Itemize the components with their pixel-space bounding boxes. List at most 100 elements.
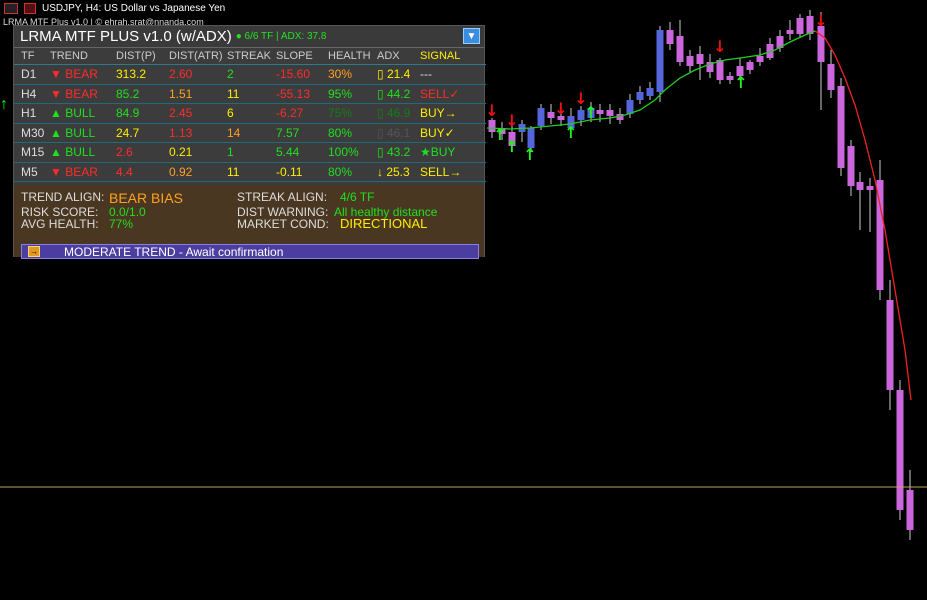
adx-cell: ▯ 43.2 <box>377 145 411 160</box>
adx-cell: ▯ 46.9 <box>377 106 411 121</box>
health-cell: 100% <box>328 145 359 160</box>
dist-p-cell: 2.6 <box>116 145 133 160</box>
candle-body <box>786 30 794 34</box>
dist-p-cell: 313.2 <box>116 67 147 82</box>
candle-body <box>666 30 674 44</box>
sell-arrow-icon: ↓ <box>554 99 567 118</box>
chart-menu-icon[interactable] <box>4 3 18 14</box>
health-cell: 80% <box>328 164 353 179</box>
streak-cell: 14 <box>227 125 241 140</box>
streak-cell: 11 <box>227 86 240 101</box>
signal-cell: SELL✓ <box>420 86 460 101</box>
table-row: D1 ▼ BEAR 313.2 2.60 2 -15.60 30% ▯ 21.4… <box>14 65 486 85</box>
triangle-down-icon: ▼ <box>466 30 477 42</box>
sell-arrow-icon: ↓ <box>505 111 518 130</box>
streak-cell: 1 <box>227 145 234 160</box>
trend-cell: ▲ BULL <box>50 125 96 140</box>
signal-cell: BUY✓ <box>420 125 455 140</box>
adx-cell: ▯ 46.1 <box>377 125 411 140</box>
close-chart-icon[interactable] <box>24 3 36 14</box>
tf-cell: D1 <box>21 67 37 82</box>
slope-cell: -15.60 <box>276 67 311 82</box>
panel-title: LRMA MTF PLUS v1.0 (w/ADX) <box>20 28 232 45</box>
avg-health-value: 77% <box>109 217 134 231</box>
candle-body <box>696 54 704 64</box>
lrma-line-bull <box>486 30 816 130</box>
panel-header[interactable]: LRMA MTF PLUS v1.0 (w/ADX) ● 6/6 TF | AD… <box>14 26 484 48</box>
table-row: H4 ▼ BEAR 85.2 1.51 11 -55.13 95% ▯ 44.2… <box>14 85 486 104</box>
streak-cell: 6 <box>227 106 234 121</box>
sell-arrow-icon: ↓ <box>485 101 498 120</box>
collapse-button[interactable]: ▼ <box>463 28 480 44</box>
trend-align-value: BEAR BIAS <box>109 190 183 206</box>
health-cell: 95% <box>328 86 353 101</box>
streak-cell: 2 <box>227 67 234 82</box>
candle-body <box>876 180 884 290</box>
candle-body <box>746 62 754 70</box>
dist-atr-cell: 2.45 <box>169 106 193 121</box>
trend-cell: ▲ BULL <box>50 106 96 121</box>
candle-body <box>646 88 654 96</box>
candle-body <box>686 56 694 66</box>
dist-atr-cell: 1.13 <box>169 125 193 140</box>
table-row: M30 ▲ BULL 24.7 1.13 14 7.57 80% ▯ 46.1 … <box>14 124 486 143</box>
streak-cell: 11 <box>227 164 240 179</box>
buy-arrow-icon: ↑ <box>505 137 518 156</box>
col-header-health: HEALTH <box>328 50 371 62</box>
candle-body <box>606 110 614 116</box>
candle-body <box>837 86 845 168</box>
trend-cell: ▼ BEAR <box>50 86 98 101</box>
market-cond-value: DIRECTIONAL <box>340 216 428 231</box>
tf-cell: M30 <box>21 125 45 140</box>
slope-cell: -6.27 <box>276 106 304 121</box>
buy-arrow-icon: ↑ <box>564 123 577 142</box>
sell-arrow-icon: ↓ <box>814 11 827 30</box>
chart-title-bar: USDJPY, H4: US Dollar vs Japanese Yen <box>0 0 225 17</box>
candle-body <box>847 146 855 186</box>
trend-cell: ▼ BEAR <box>50 164 98 179</box>
table-row: H1 ▲ BULL 84.9 2.45 6 -6.27 75% ▯ 46.9 B… <box>14 104 486 124</box>
col-header-signal: SIGNAL <box>420 50 461 62</box>
signal-cell: ★BUY <box>420 145 456 160</box>
candle-body <box>656 30 664 92</box>
candle-body <box>856 182 864 190</box>
adx-cell: ↓ 25.3 <box>377 164 410 179</box>
sell-arrow-icon: ↓ <box>574 89 587 108</box>
candle-body <box>756 56 764 62</box>
dist-atr-cell: 2.60 <box>169 67 193 82</box>
candle-body <box>796 18 804 34</box>
col-header-adx: ADX <box>377 50 400 62</box>
timeframe-table: TF TREND DIST(P) DIST(ATR) STREAK SLOPE … <box>14 48 486 182</box>
candle-body <box>906 490 914 530</box>
streak-align-value: 4/6 TF <box>340 190 375 204</box>
col-header-dist-p: DIST(P) <box>116 50 156 62</box>
sell-arrow-icon: ↓ <box>713 37 726 56</box>
candle-body <box>806 16 814 34</box>
candle-body <box>886 300 894 390</box>
candle-body <box>896 390 904 510</box>
adx-cell: ▯ 21.4 <box>377 67 411 82</box>
slope-cell: 7.57 <box>276 125 300 140</box>
slope-cell: -55.13 <box>276 86 311 101</box>
candle-body <box>817 26 825 62</box>
buy-arrow-icon: ↑ <box>734 73 747 92</box>
mtf-dashboard-panel[interactable]: LRMA MTF PLUS v1.0 (w/ADX) ● 6/6 TF | AD… <box>13 25 486 259</box>
panel-subtitle: ● 6/6 TF | ADX: 37.8 <box>235 31 327 42</box>
up-arrow-marker-icon: ↑ <box>0 96 8 113</box>
signal-cell: SELL→ <box>420 164 462 179</box>
dist-p-cell: 24.7 <box>116 125 140 140</box>
streak-align-label: STREAK ALIGN: <box>237 190 328 204</box>
banner-text: MODERATE TREND - Await confirmation <box>64 244 284 259</box>
health-cell: 80% <box>328 125 353 140</box>
trend-align-label: TREND ALIGN: <box>21 190 105 204</box>
dist-atr-cell: 1.51 <box>169 86 193 101</box>
col-header-streak: STREAK <box>227 50 272 62</box>
candle-body <box>636 92 644 100</box>
candle-body <box>827 64 835 90</box>
adx-cell: ▯ 44.2 <box>377 86 411 101</box>
col-header-slope: SLOPE <box>276 50 313 62</box>
health-cell: 30% <box>328 67 353 82</box>
trend-cell: ▲ BULL <box>50 145 96 160</box>
candle-body <box>676 36 684 62</box>
dist-p-cell: 84.9 <box>116 106 140 121</box>
